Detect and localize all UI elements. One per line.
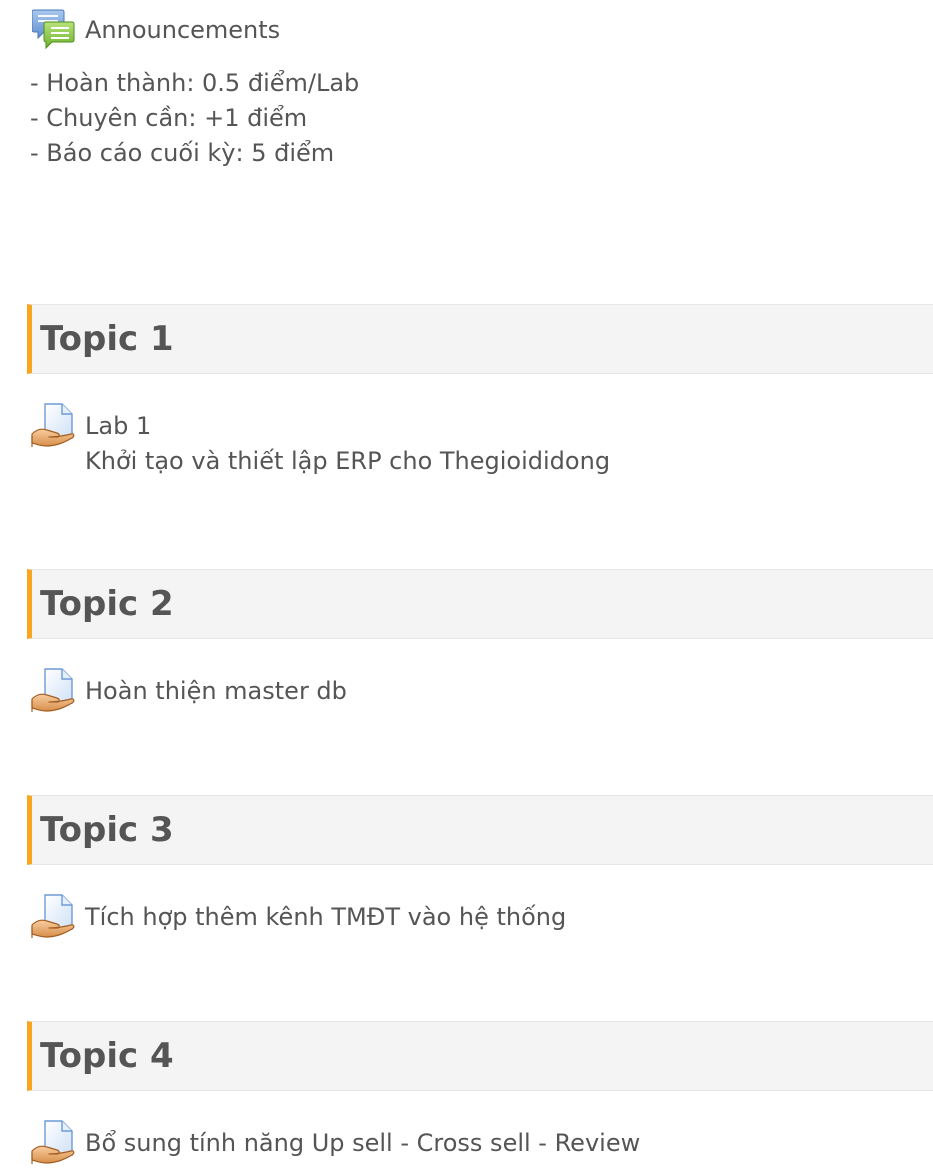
topic-1-activity[interactable]: Lab 1 Khởi tạo và thiết lập ERP cho Theg… — [30, 403, 610, 479]
activity-name: Bổ sung tính năng Up sell - Cross sell -… — [85, 1129, 641, 1157]
topic-2-activity[interactable]: Hoàn thiện master db — [30, 668, 347, 714]
announcements-activity[interactable]: Announcements — [32, 8, 280, 52]
activity-description: Khởi tạo và thiết lập ERP cho Thegioidid… — [85, 447, 611, 475]
topic-3-activity[interactable]: Tích hợp thêm kênh TMĐT vào hệ thống — [30, 894, 566, 940]
course-summary: - Hoàn thành: 0.5 điểm/Lab - Chuyên cần:… — [30, 66, 359, 171]
topic-1-title[interactable]: Topic 1 — [40, 305, 174, 373]
topic-2-header: Topic 2 — [27, 569, 933, 639]
activity-link[interactable]: Tích hợp thêm kênh TMĐT vào hệ thống — [85, 900, 566, 935]
assignment-icon — [30, 668, 76, 714]
topic-1-header: Topic 1 — [27, 304, 933, 374]
activity-link[interactable]: Lab 1 Khởi tạo và thiết lập ERP cho Theg… — [85, 409, 610, 479]
topic-4-title[interactable]: Topic 4 — [40, 1022, 174, 1090]
forum-icon — [32, 8, 76, 52]
assignment-icon — [30, 894, 76, 940]
activity-link[interactable]: Bổ sung tính năng Up sell - Cross sell -… — [85, 1126, 640, 1161]
topic-3-title[interactable]: Topic 3 — [40, 796, 174, 864]
summary-line: - Hoàn thành: 0.5 điểm/Lab — [30, 69, 360, 97]
topic-4-activity[interactable]: Bổ sung tính năng Up sell - Cross sell -… — [30, 1120, 640, 1166]
announcements-link[interactable]: Announcements — [85, 16, 280, 44]
topic-4-header: Topic 4 — [27, 1021, 933, 1091]
assignment-icon — [30, 403, 76, 449]
assignment-icon — [30, 1120, 76, 1166]
summary-line: - Chuyên cần: +1 điểm — [30, 104, 308, 132]
activity-name: Lab 1 — [85, 412, 152, 440]
activity-name: Hoàn thiện master db — [85, 677, 347, 705]
activity-name: Tích hợp thêm kênh TMĐT vào hệ thống — [85, 903, 567, 931]
topic-3-header: Topic 3 — [27, 795, 933, 865]
topic-2-title[interactable]: Topic 2 — [40, 570, 174, 638]
summary-line: - Báo cáo cuối kỳ: 5 điểm — [30, 139, 335, 167]
activity-link[interactable]: Hoàn thiện master db — [85, 674, 347, 709]
